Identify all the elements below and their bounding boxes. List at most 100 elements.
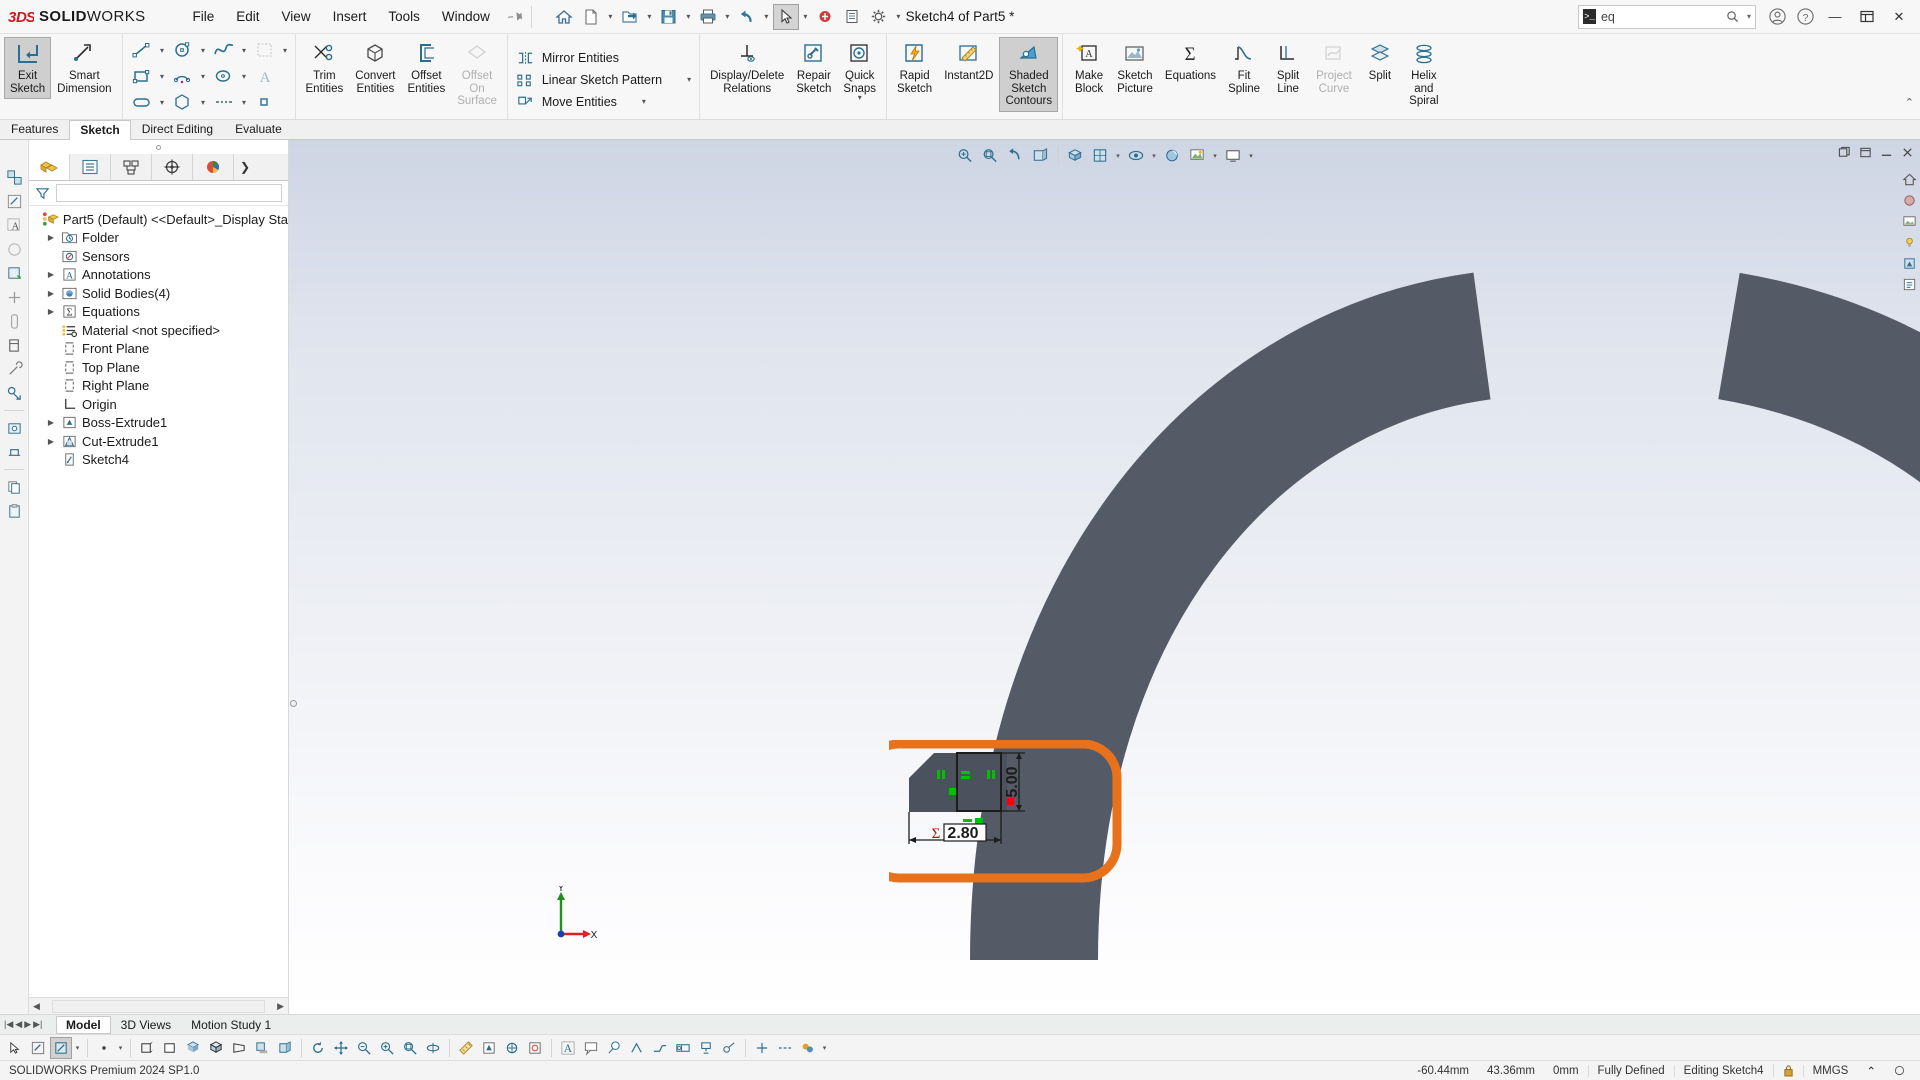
- wireframe-caret-icon[interactable]: ▾: [116, 1037, 125, 1059]
- weldment-icon[interactable]: [3, 441, 25, 463]
- polygon-icon[interactable]: [168, 91, 198, 113]
- weld-symbol-icon[interactable]: [649, 1037, 671, 1059]
- horizontal-dimension-value[interactable]: 2.80: [947, 825, 978, 842]
- balloon-icon[interactable]: [603, 1037, 625, 1059]
- save-caret-icon[interactable]: ▾: [683, 4, 694, 30]
- tree-item-part5[interactable]: Part5 (Default) <<Default>_Display Sta: [29, 210, 288, 229]
- edit-feature-icon[interactable]: [3, 166, 25, 188]
- surface-finish-icon[interactable]: [626, 1037, 648, 1059]
- minimize-doc-icon[interactable]: [1857, 144, 1874, 161]
- sketch-pencil-icon[interactable]: [3, 382, 25, 404]
- tab-features[interactable]: Features: [0, 119, 69, 139]
- convert-entities-button[interactable]: Convert Entities: [349, 37, 401, 99]
- open-folder-caret-icon[interactable]: ▾: [644, 4, 655, 30]
- text-annotation-icon[interactable]: A: [557, 1037, 579, 1059]
- hide-show-caret-icon[interactable]: ▾: [1149, 144, 1159, 167]
- rapid-sketch-button[interactable]: Rapid Sketch: [891, 37, 938, 99]
- options-gear-icon[interactable]: [866, 4, 892, 30]
- ellipse-caret-icon[interactable]: ▾: [239, 65, 250, 87]
- pushpin-icon[interactable]: [506, 6, 527, 27]
- centerline-icon[interactable]: [209, 91, 239, 113]
- menu-file[interactable]: File: [182, 5, 226, 28]
- graphics-viewport[interactable]: ▾ ▾ ▾ ▾ 5.00 Σ 2.80 Y X: [289, 140, 1920, 1014]
- linear-sketch-pattern-item[interactable]: Linear Sketch Pattern ▾: [512, 69, 695, 91]
- menu-view[interactable]: View: [271, 5, 322, 28]
- copy-rail-icon[interactable]: [3, 476, 25, 498]
- search-icon[interactable]: [1726, 10, 1739, 23]
- tree-item-front-plane[interactable]: Front Plane: [29, 340, 288, 359]
- undo-caret-icon[interactable]: ▾: [761, 4, 772, 30]
- vertical-dimension-value[interactable]: 5.00: [1004, 766, 1021, 797]
- close-doc-icon[interactable]: [1899, 144, 1916, 161]
- restore-window-icon[interactable]: [1836, 144, 1853, 161]
- scroll-right-icon[interactable]: ▶: [277, 1001, 284, 1012]
- spline-icon[interactable]: [209, 39, 239, 61]
- search-input[interactable]: [1600, 9, 1721, 24]
- apply-scene-caret-icon[interactable]: ▾: [1210, 144, 1220, 167]
- viewport-caret-icon[interactable]: ▾: [1246, 144, 1256, 167]
- lights-cameras-icon[interactable]: [1900, 233, 1918, 251]
- ribbon-collapse-icon[interactable]: ⌃: [1905, 96, 1914, 109]
- feature-manager-more-icon[interactable]: ❯: [234, 154, 256, 180]
- sketch-region[interactable]: 5.00 Σ 2.80: [889, 740, 1189, 920]
- centerline-caret-icon[interactable]: ▾: [239, 91, 250, 113]
- section-view-icon[interactable]: [1028, 144, 1052, 167]
- apply-scene-icon[interactable]: [1185, 144, 1209, 167]
- note-icon[interactable]: [580, 1037, 602, 1059]
- dimxpert-manager-tab[interactable]: [152, 154, 193, 180]
- new-document-caret-icon[interactable]: ▾: [605, 4, 616, 30]
- tab-evaluate[interactable]: Evaluate: [224, 119, 293, 139]
- shaded-with-edges-icon[interactable]: [205, 1037, 227, 1059]
- tab-direct-editing[interactable]: Direct Editing: [131, 119, 224, 139]
- measure-icon[interactable]: [455, 1037, 477, 1059]
- mirror-entities-item[interactable]: Mirror Entities: [512, 47, 623, 69]
- select-cursor-icon[interactable]: [772, 3, 799, 30]
- sensor-icon[interactable]: [524, 1037, 546, 1059]
- tree-item-right-plane[interactable]: Right Plane: [29, 377, 288, 396]
- arc-caret-icon[interactable]: ▾: [198, 65, 209, 87]
- color-display-caret-icon[interactable]: ▾: [820, 1037, 829, 1059]
- undo-icon[interactable]: [734, 4, 760, 30]
- scenes-icon[interactable]: [1900, 212, 1918, 230]
- new-document-icon[interactable]: [578, 4, 604, 30]
- wireframe-icon[interactable]: [93, 1037, 115, 1059]
- linear-pattern-caret-icon[interactable]: ▾: [669, 75, 691, 84]
- display-style-caret-icon[interactable]: ▾: [1113, 144, 1123, 167]
- hidden-lines-visible-icon[interactable]: [136, 1037, 158, 1059]
- surface-plane-caret-icon[interactable]: ▾: [280, 39, 291, 61]
- tree-item-material[interactable]: Material <not specified>: [29, 321, 288, 340]
- perspective-icon[interactable]: [228, 1037, 250, 1059]
- tree-item-folder[interactable]: ▶ Folder: [29, 229, 288, 248]
- search-caret-icon[interactable]: ▾: [1744, 12, 1751, 21]
- arc-icon[interactable]: [168, 65, 198, 87]
- feature-tree-horizontal-scrollbar[interactable]: [51, 999, 266, 1013]
- close-window-button[interactable]: ✕: [1884, 4, 1914, 30]
- move-entities-caret-icon[interactable]: ▾: [624, 97, 646, 106]
- rotate-view-icon[interactable]: [307, 1037, 329, 1059]
- tree-item-sensors[interactable]: Sensors: [29, 247, 288, 266]
- print-caret-icon[interactable]: ▾: [722, 4, 733, 30]
- polygon-caret-icon[interactable]: ▾: [198, 91, 209, 113]
- zoom-to-fit-icon[interactable]: [953, 144, 977, 167]
- hide-show-items-icon[interactable]: [1124, 144, 1148, 167]
- move-entities-item[interactable]: Move Entities ▾: [512, 91, 650, 113]
- print-icon[interactable]: [695, 4, 721, 30]
- ellipse-icon[interactable]: [209, 65, 239, 87]
- repair-sketch-button[interactable]: Repair Sketch: [790, 37, 837, 99]
- section-view-bottom-icon[interactable]: [274, 1037, 296, 1059]
- scroll-left-icon[interactable]: ◀: [33, 1001, 40, 1012]
- slot-icon[interactable]: [127, 91, 157, 113]
- menu-window[interactable]: Window: [431, 5, 501, 28]
- tree-item-top-plane[interactable]: Top Plane: [29, 358, 288, 377]
- circle-icon[interactable]: [168, 39, 198, 61]
- equations-button[interactable]: Σ Equations: [1159, 37, 1222, 87]
- circle-caret-icon[interactable]: ▾: [198, 39, 209, 61]
- tree-item-cut-extrude1[interactable]: ▶ Cut-Extrude1: [29, 432, 288, 451]
- split-line-button[interactable]: Split Line: [1266, 37, 1310, 99]
- tab-nav-next-icon[interactable]: ▶: [24, 1019, 31, 1030]
- custom-properties-icon[interactable]: [1900, 275, 1918, 293]
- options-caret-icon[interactable]: ▾: [893, 4, 904, 30]
- tab-nav-first-icon[interactable]: |◀: [4, 1019, 13, 1030]
- display-style-icon[interactable]: [1088, 144, 1112, 167]
- help-question-icon[interactable]: ?: [1792, 4, 1818, 30]
